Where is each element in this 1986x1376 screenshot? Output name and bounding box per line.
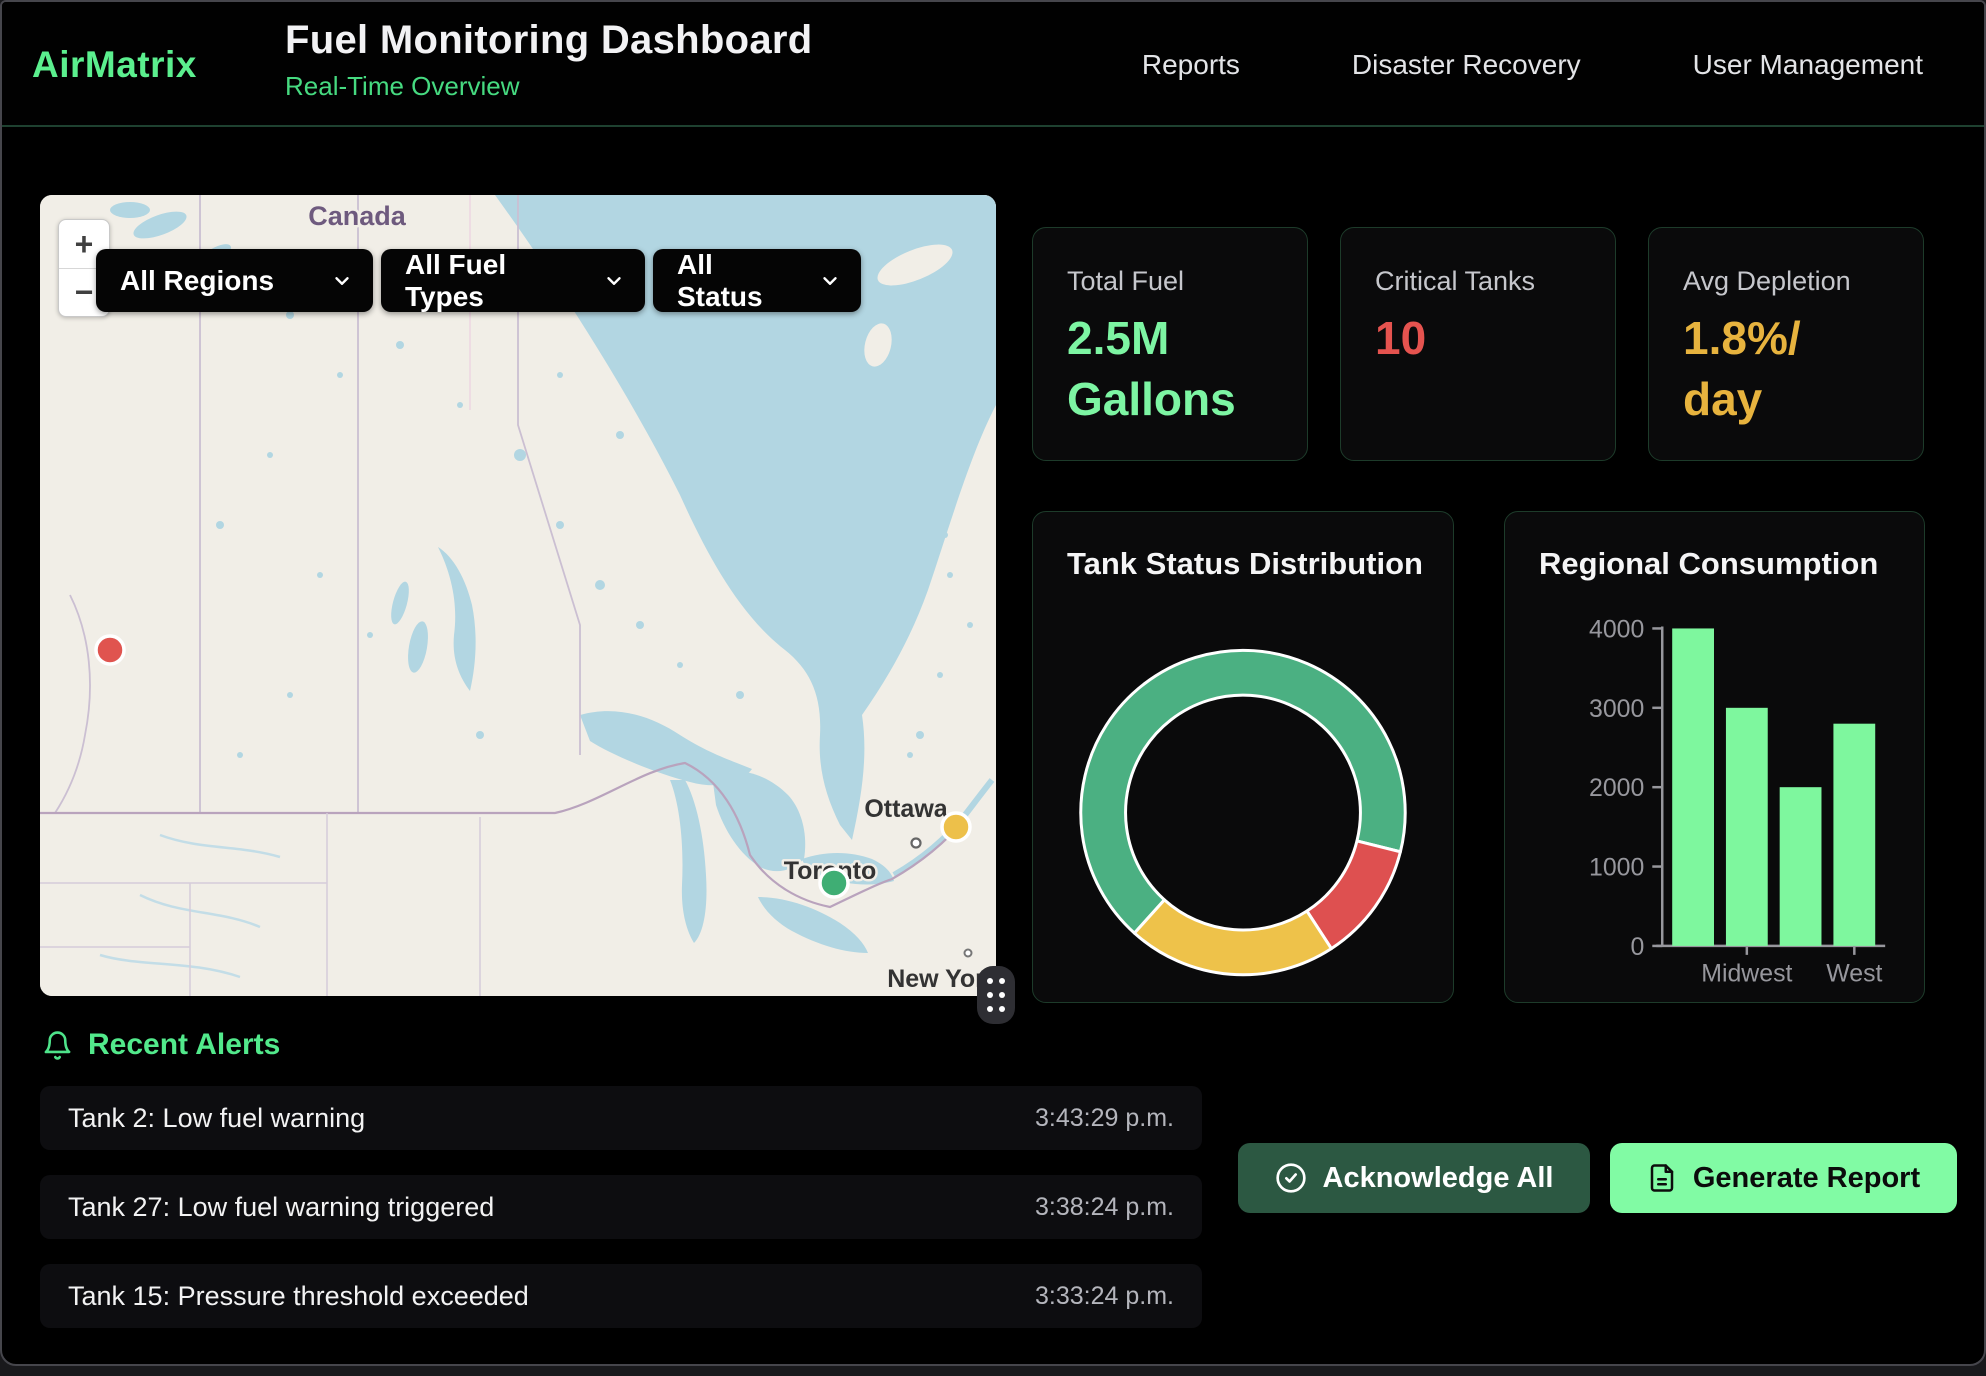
tank-marker-critical[interactable] (96, 636, 124, 664)
tank-marker-warning[interactable] (942, 813, 970, 841)
nav-reports[interactable]: Reports (1142, 49, 1240, 81)
page-title: Fuel Monitoring Dashboard (285, 18, 812, 63)
chevron-down-icon (331, 270, 353, 292)
stat-card-total-fuel: Total Fuel 2.5MGallons (1032, 227, 1308, 461)
map-resize-grip-icon[interactable] (977, 966, 1015, 1024)
y-tick-label: 4000 (1589, 615, 1644, 643)
alert-time: 3:38:24 p.m. (1035, 1193, 1174, 1222)
bar-3 (1833, 724, 1875, 946)
status-filter-value: All Status (677, 249, 801, 313)
stat-label: Total Fuel (1067, 266, 1184, 297)
country-label: Canada (308, 201, 407, 231)
x-tick-label: Midwest (1701, 960, 1792, 988)
city-label-ottawa: Ottawa (864, 795, 948, 823)
generate-report-label: Generate Report (1693, 1162, 1920, 1195)
stat-value-critical-tanks: 10 (1375, 308, 1426, 369)
tank-status-card: Tank Status Distribution (1032, 511, 1454, 1003)
alert-row: Tank 15: Pressure threshold exceeded 3:3… (40, 1264, 1202, 1328)
y-tick-label: 3000 (1589, 695, 1644, 723)
alert-row: Tank 27: Low fuel warning triggered 3:38… (40, 1175, 1202, 1239)
newyork-town-icon (965, 950, 972, 957)
fuel-type-filter-dropdown[interactable]: All Fuel Types (381, 249, 645, 312)
acknowledge-all-label: Acknowledge All (1323, 1162, 1554, 1195)
chevron-down-icon (819, 270, 841, 292)
regional-consumption-bar-chart: 0 1000 2000 3000 4000 Midwest West (1505, 512, 1924, 1002)
alert-text: Tank 27: Low fuel warning triggered (68, 1192, 494, 1223)
tank-status-donut (1033, 512, 1453, 1002)
region-filter-value: All Regions (120, 265, 274, 297)
check-circle-icon (1275, 1162, 1307, 1194)
map-canvas[interactable]: Canada Ottawa Toronto New York (40, 195, 996, 996)
map-panel: Canada Ottawa Toronto New York + − All R… (40, 195, 996, 996)
alert-row: Tank 2: Low fuel warning 3:43:29 p.m. (40, 1086, 1202, 1150)
header: AirMatrix Fuel Monitoring Dashboard Real… (2, 2, 1984, 127)
brand-logo: AirMatrix (32, 2, 197, 127)
bar-0 (1672, 628, 1714, 945)
stat-value-total-fuel: 2.5MGallons (1067, 308, 1236, 429)
dashboard-window: AirMatrix Fuel Monitoring Dashboard Real… (0, 0, 1986, 1366)
y-tick-label: 1000 (1589, 854, 1644, 882)
alert-time: 3:43:29 p.m. (1035, 1104, 1174, 1133)
chevron-down-icon (603, 270, 625, 292)
bar-1 (1726, 708, 1768, 946)
map-filters: All Regions All Fuel Types All Status (96, 249, 861, 312)
tank-marker-ok[interactable] (820, 869, 848, 897)
alert-text: Tank 15: Pressure threshold exceeded (68, 1281, 529, 1312)
bell-icon (42, 1030, 73, 1061)
stat-label: Avg Depletion (1683, 266, 1851, 297)
fuel-type-filter-value: All Fuel Types (405, 249, 585, 313)
alerts-heading-text: Recent Alerts (88, 1028, 280, 1062)
y-tick-label: 0 (1630, 933, 1644, 961)
region-filter-dropdown[interactable]: All Regions (96, 249, 373, 312)
nav-user-management[interactable]: User Management (1693, 49, 1923, 81)
main-nav: Reports Disaster Recovery User Managemen… (1142, 2, 1923, 127)
report-document-icon (1647, 1163, 1677, 1193)
ottawa-town-icon (912, 839, 921, 848)
donut-segment-warning (1134, 900, 1331, 975)
alert-text: Tank 2: Low fuel warning (68, 1103, 365, 1134)
y-tick-label: 2000 (1589, 774, 1644, 802)
bar-2 (1780, 787, 1822, 946)
alert-time: 3:33:24 p.m. (1035, 1282, 1174, 1311)
stat-card-critical-tanks: Critical Tanks 10 (1340, 227, 1616, 461)
page-subtitle: Real-Time Overview (285, 71, 812, 102)
nav-disaster-recovery[interactable]: Disaster Recovery (1352, 49, 1581, 81)
stat-card-avg-depletion: Avg Depletion 1.8%/day (1648, 227, 1924, 461)
status-filter-dropdown[interactable]: All Status (653, 249, 861, 312)
stat-label: Critical Tanks (1375, 266, 1535, 297)
stat-value-avg-depletion: 1.8%/day (1683, 308, 1801, 429)
generate-report-button[interactable]: Generate Report (1610, 1143, 1957, 1213)
acknowledge-all-button[interactable]: Acknowledge All (1238, 1143, 1590, 1213)
regional-consumption-card: Regional Consumption 01000200030004000Mi… (1504, 511, 1925, 1003)
x-tick-label: West (1826, 960, 1882, 988)
title-block: Fuel Monitoring Dashboard Real-Time Over… (285, 18, 812, 102)
alerts-heading: Recent Alerts (42, 1028, 280, 1062)
